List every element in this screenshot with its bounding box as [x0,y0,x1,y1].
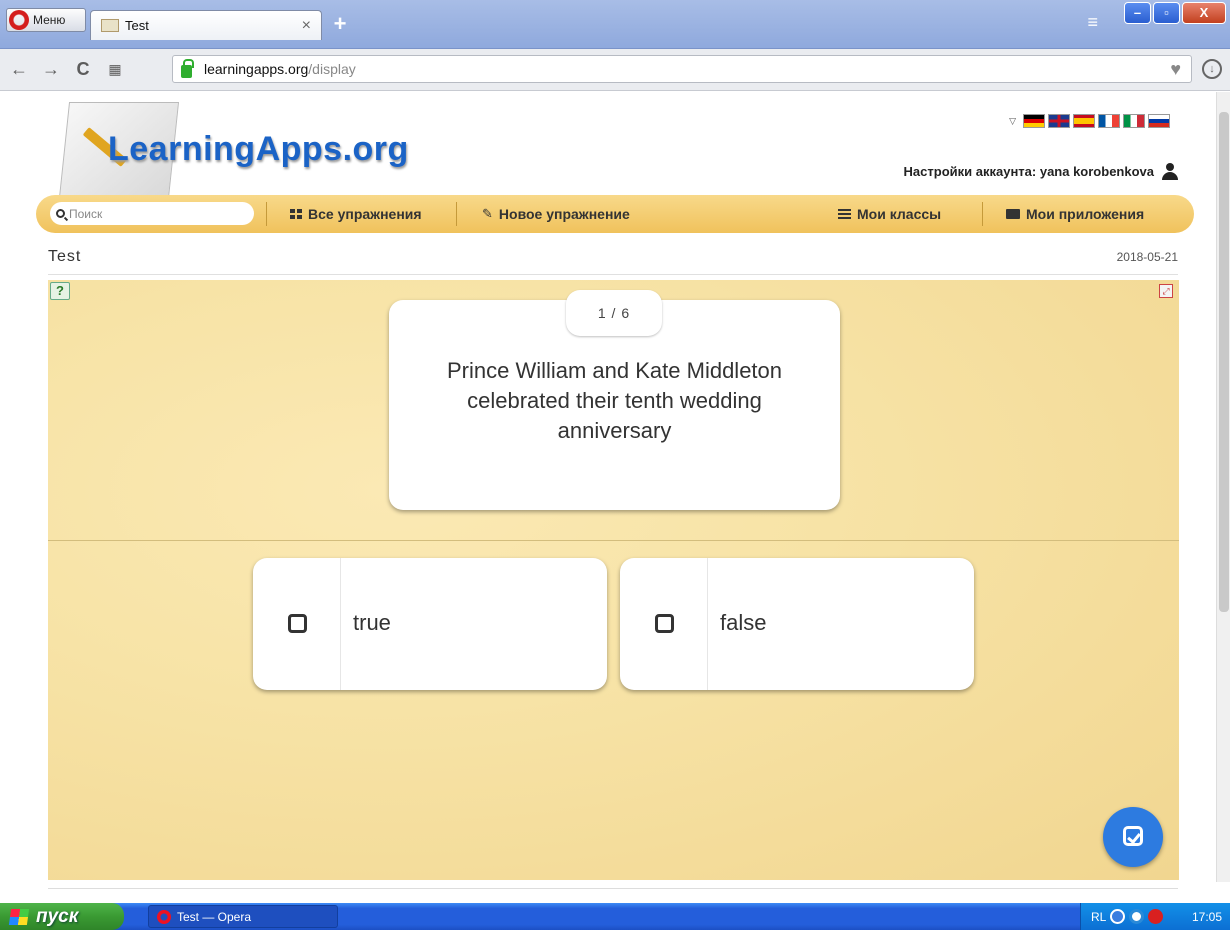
close-window-button[interactable]: X [1182,2,1226,24]
opera-menu-button[interactable]: Меню [6,8,86,32]
start-button[interactable]: пуск [0,903,124,930]
flag-it-icon[interactable] [1123,114,1145,128]
folder-icon [1006,209,1020,219]
opera-menu-label: Меню [33,13,66,27]
tray-clock: 17:05 [1191,909,1222,924]
logo-text: LearningApps.org [108,130,409,168]
grid-icon [290,209,302,219]
nav-all-exercises-label: Все упражнения [308,206,422,222]
answer-checkbox-column [253,558,341,690]
flag-de-icon[interactable] [1023,114,1045,128]
flag-es-icon[interactable] [1073,114,1095,128]
learningapps-logo[interactable]: LearningApps.org [50,102,430,198]
minimize-button[interactable]: – [1124,2,1151,24]
system-tray: RL 17:05 [1080,903,1230,930]
checkbox-icon[interactable] [655,614,674,633]
taskbar-item-label: Test — Opera [177,909,252,924]
nav-new-exercise[interactable]: ✎ Новое упражнение [482,195,630,233]
flag-ru-icon[interactable] [1148,114,1170,128]
page-date: 2018-05-21 [1116,250,1178,264]
opera-icon [157,909,171,924]
tray-arrow-icon[interactable] [1110,909,1126,924]
answer-option-true[interactable]: true [253,558,607,690]
answer-label: false [720,610,767,635]
tab-favicon-icon [101,19,119,32]
search-input[interactable]: Поиск [50,202,254,225]
question-counter: 1 / 6 [566,290,662,336]
flag-gb-icon[interactable] [1048,114,1070,128]
language-flags: ▽ [1009,114,1170,128]
nav-new-exercise-label: Новое упражнение [498,206,630,222]
tab-menu-icon[interactable]: ≡ [1087,12,1098,33]
nav-divider [456,202,457,226]
account-settings-link[interactable]: Настройки аккаунта: yana korobenkova [904,163,1178,180]
checkbox-icon[interactable] [288,614,307,633]
list-icon [838,209,851,219]
site-navbar: Поиск Все упражнения ✎ Новое упражнение … [36,195,1194,233]
speed-dial-icon[interactable]: ▦ [102,61,128,78]
bottom-divider [48,888,1178,889]
reload-icon[interactable]: C [70,59,96,80]
search-placeholder: Поиск [69,206,103,221]
answer-option-false[interactable]: false [620,558,974,690]
nav-my-apps[interactable]: Мои приложения [1006,195,1144,233]
nav-my-classes[interactable]: Мои классы [838,195,941,233]
maximize-button[interactable]: ▫ [1153,2,1180,24]
app-divider-line [48,540,1179,541]
forward-icon[interactable]: → [38,59,64,80]
fullscreen-icon[interactable]: ⤢ [1159,284,1173,298]
user-icon [1162,163,1178,180]
quiz-app-area: ? ⤢ 1 / 6 Prince William and Kate Middle… [48,280,1179,880]
help-icon[interactable]: ? [50,282,70,300]
browser-tab-active[interactable]: Test × [90,10,322,40]
url-path: /display [308,61,356,77]
title-divider [48,274,1178,275]
question-text: Prince William and Kate Middleton celebr… [446,358,783,443]
search-icon [56,209,65,218]
pencil-icon: ✎ [482,206,493,221]
language-indicator[interactable]: RL [1091,910,1106,924]
window-controls: – ▫ X [1124,2,1226,24]
language-dropdown-icon[interactable]: ▽ [1009,116,1016,127]
tab-title: Test [125,18,149,33]
tray-app-icon[interactable] [1129,909,1145,924]
opera-logo-icon [9,10,29,30]
browser-toolbar: ← → C ▦ learningapps.org /display ♥ ↓ [0,49,1230,91]
lock-icon [181,58,194,78]
account-label: Настройки аккаунта: yana korobenkova [903,164,1154,179]
new-tab-button[interactable]: + [328,13,352,36]
nav-my-classes-label: Мои классы [857,206,942,222]
url-host: learningapps.org [204,61,309,77]
back-icon[interactable]: ← [6,59,32,80]
windows-logo-icon [8,908,30,925]
question-card: 1 / 6 Prince William and Kate Middleton … [389,290,840,510]
scrollbar-thumb[interactable] [1219,112,1229,612]
check-square-icon [1123,826,1143,846]
nav-divider [266,202,267,226]
nav-my-apps-label: Мои приложения [1026,206,1145,222]
heart-icon[interactable]: ♥ [1170,59,1181,80]
windows-taskbar: пуск Test — Opera RL 17:05 [0,903,1230,930]
address-bar[interactable]: learningapps.org /display ♥ [172,55,1192,83]
download-icon[interactable]: ↓ [1202,59,1222,79]
tab-close-icon[interactable]: × [302,17,311,35]
start-label: пуск [36,905,79,927]
nav-all-exercises[interactable]: Все упражнения [290,195,422,233]
taskbar-item-opera[interactable]: Test — Opera [148,905,338,928]
answer-checkbox-column [620,558,708,690]
answer-label: true [353,610,391,635]
flag-fr-icon[interactable] [1098,114,1120,128]
nav-divider [982,202,983,226]
tray-opera-icon[interactable] [1148,909,1164,924]
page-scrollbar[interactable] [1216,92,1230,882]
browser-titlebar: Меню Test × + ≡ – ▫ X [0,0,1230,49]
check-answer-button[interactable] [1103,807,1163,867]
page-title: Test [48,248,82,265]
